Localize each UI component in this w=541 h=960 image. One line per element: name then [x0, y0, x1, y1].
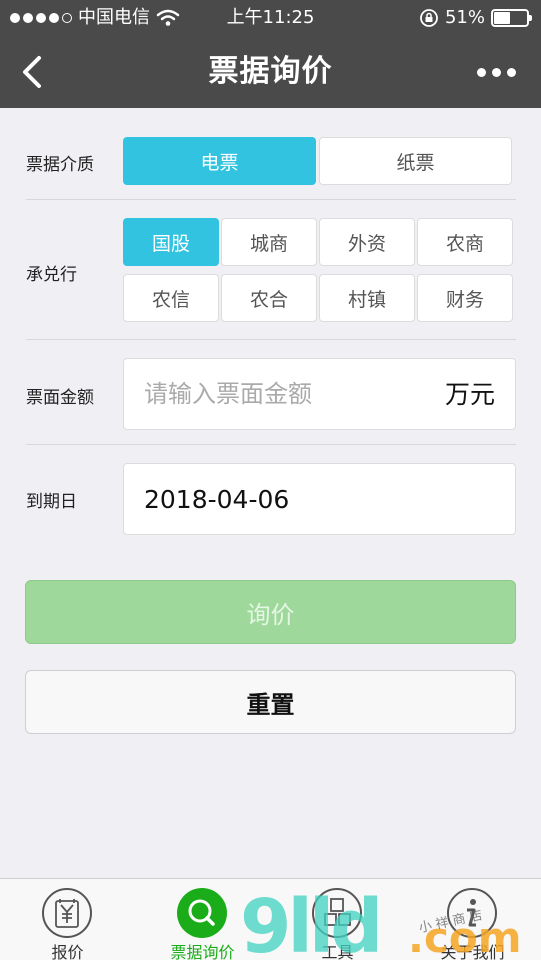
search-icon — [177, 888, 227, 938]
acceptor-option-guogu[interactable]: 国股 — [123, 218, 219, 266]
status-right: 51% — [419, 0, 532, 36]
header: 中国电信 上午11:25 51% 票据询价 — [0, 0, 541, 108]
acceptor-option-nongxin[interactable]: 农信 — [123, 274, 219, 322]
divider — [26, 339, 516, 340]
battery-level — [494, 12, 510, 24]
acceptor-label: 承兑行 — [26, 265, 77, 285]
battery-percent: 51% — [444, 7, 485, 28]
due-date-field — [123, 463, 516, 535]
tab-label: 票据询价 — [170, 943, 235, 960]
medium-label: 票据介质 — [26, 155, 94, 175]
acceptor-option-nongshang[interactable]: 农商 — [417, 218, 513, 266]
rotation-lock-icon — [420, 9, 438, 27]
acceptor-option-caiwu[interactable]: 财务 — [417, 274, 513, 322]
yuan-tag-icon — [42, 888, 92, 938]
amount-label: 票面金额 — [26, 388, 94, 408]
amount-input[interactable] — [144, 359, 424, 429]
grid-tools-icon — [312, 888, 362, 938]
amount-field: 万元 — [123, 358, 516, 430]
acceptor-option-chengshang[interactable]: 城商 — [221, 218, 317, 266]
divider — [26, 199, 516, 200]
acceptor-option-waizi[interactable]: 外资 — [319, 218, 415, 266]
tab-label: 关于我们 — [440, 943, 505, 960]
nav-bar: 票据询价 — [0, 36, 541, 108]
medium-option-paper[interactable]: 纸票 — [319, 137, 512, 185]
tab-label: 工具 — [321, 943, 354, 960]
acceptor-option-cunzhen[interactable]: 村镇 — [319, 274, 415, 322]
tab-label: 报价 — [51, 943, 84, 960]
amount-unit: 万元 — [444, 380, 495, 409]
more-dots-icon — [477, 67, 486, 77]
tab-inquiry[interactable]: 票据询价 — [135, 879, 270, 960]
tab-about[interactable]: 关于我们 — [405, 879, 540, 960]
battery-icon — [491, 9, 532, 27]
acceptor-option-nonghe[interactable]: 农合 — [221, 274, 317, 322]
divider — [26, 444, 516, 445]
tab-tools[interactable]: 工具 — [270, 879, 405, 960]
tab-bar: 报价 票据询价 工具 关于我们 — [0, 878, 541, 960]
inquire-button[interactable]: 询价 — [25, 580, 516, 644]
page-title: 票据询价 — [208, 54, 333, 89]
info-icon — [447, 888, 497, 938]
due-date-input[interactable] — [144, 464, 424, 534]
tab-quote[interactable]: 报价 — [0, 879, 135, 960]
status-bar: 中国电信 上午11:25 51% — [0, 0, 541, 36]
reset-button[interactable]: 重置 — [25, 670, 516, 734]
medium-option-electronic[interactable]: 电票 — [123, 137, 316, 185]
more-button[interactable] — [477, 60, 521, 84]
due-date-label: 到期日 — [26, 492, 77, 512]
